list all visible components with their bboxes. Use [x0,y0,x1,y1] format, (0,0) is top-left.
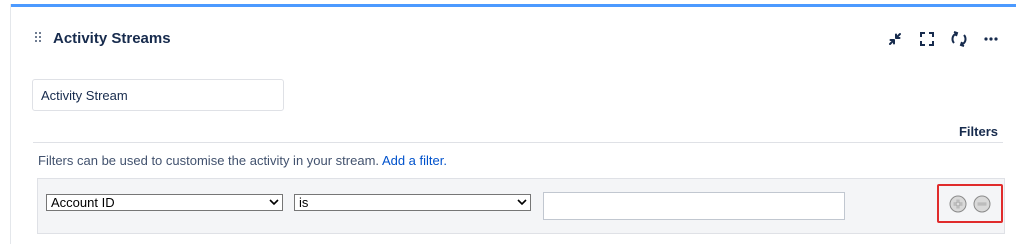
filter-operator-value: is [299,195,309,210]
remove-filter-row-icon[interactable] [973,195,991,213]
add-filter-row-icon[interactable] [949,195,967,213]
filter-operator-select[interactable]: is [294,194,531,211]
filters-description-text: Filters can be used to customise the act… [38,153,380,168]
more-icon[interactable] [980,28,1002,50]
panel-left-border [10,4,11,244]
filter-value-input[interactable] [543,192,845,220]
chevron-down-icon [517,199,527,206]
chevron-down-icon [269,199,279,206]
filter-field-select[interactable]: Account ID [46,194,283,211]
drag-handle-icon[interactable] [35,32,43,44]
filter-field-value: Account ID [51,195,115,210]
filters-divider [33,142,1003,143]
gadget-toolbar [884,28,1002,50]
activity-streams-gadget: Activity Streams Activity Stream Filters… [0,0,1016,244]
filters-description: Filters can be used to customise the act… [38,153,447,168]
add-filter-link[interactable]: Add a filter. [382,153,447,168]
filter-row: Account ID is [37,178,1005,234]
stream-title-input[interactable] [32,79,284,111]
fullscreen-icon[interactable] [916,28,938,50]
filters-heading: Filters [958,124,998,139]
refresh-icon[interactable] [948,28,970,50]
gadget-accent-bar [10,4,1016,7]
filter-row-controls [937,184,1003,223]
gadget-title: Activity Streams [53,30,171,47]
collapse-icon[interactable] [884,28,906,50]
